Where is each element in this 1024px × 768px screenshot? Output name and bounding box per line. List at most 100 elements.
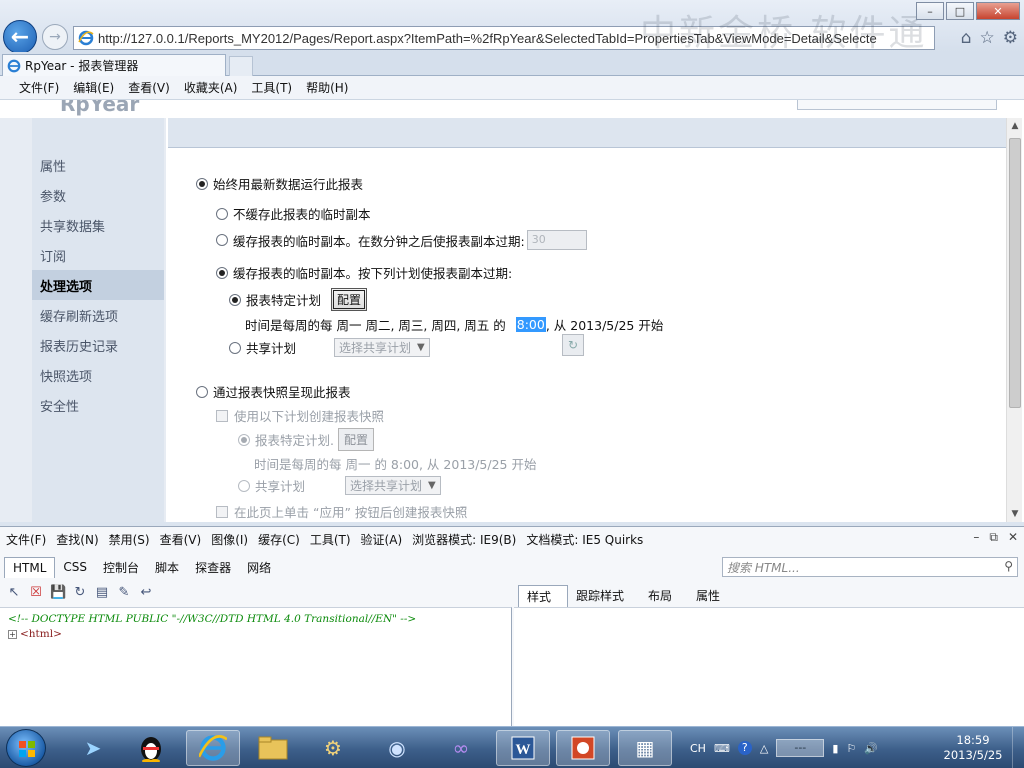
devtools-minimize-icon[interactable]: – — [973, 530, 979, 545]
language-indicator[interactable]: CH — [690, 742, 706, 755]
ime-icon[interactable]: ⌨ — [714, 742, 730, 755]
file-explorer-icon[interactable] — [246, 730, 300, 766]
network-tool-icon[interactable]: ⚙ — [306, 730, 360, 766]
power-icon[interactable]: ▮ — [832, 742, 838, 755]
snapshot-shared-select[interactable]: 选择共享计划 ▼ — [345, 476, 441, 495]
devtools-undock-icon[interactable]: ⧉ — [989, 530, 998, 545]
side-tab-trace-styles[interactable]: 跟踪样式 — [568, 585, 640, 608]
dev-menu-browser-mode[interactable]: 浏览器模式: IE9(B) — [412, 531, 516, 548]
dev-menu-images[interactable]: 图像(I) — [211, 531, 248, 548]
home-icon[interactable]: ⌂ — [961, 28, 972, 48]
radio-cache-minutes[interactable] — [216, 234, 228, 246]
volume-icon[interactable]: 🔊 — [864, 742, 878, 755]
dom-page-icon[interactable]: ▤ — [94, 585, 110, 600]
configure-button[interactable]: 配置 — [331, 288, 368, 311]
dev-menu-disable[interactable]: 禁用(S) — [109, 531, 150, 548]
menu-help[interactable]: 帮助(H) — [306, 79, 348, 96]
refresh-icon[interactable]: ↻ — [72, 585, 88, 600]
option-snapshot-report-schedule[interactable]: 报表特定计划. 配置 — [238, 428, 374, 451]
powerpoint-icon[interactable] — [556, 730, 610, 766]
address-bar[interactable]: http://127.0.0.1/Reports_MY2012/Pages/Re… — [73, 26, 935, 50]
expand-icon[interactable]: + — [8, 630, 17, 639]
start-button[interactable] — [6, 729, 46, 767]
close-button[interactable]: ✕ — [976, 2, 1020, 20]
dev-tab-html[interactable]: HTML — [4, 556, 56, 578]
system-clock[interactable]: 18:59 2013/5/25 — [938, 733, 1008, 763]
menu-favorites[interactable]: 收藏夹(A) — [184, 79, 238, 96]
radio-snapshot-shared[interactable] — [238, 479, 250, 492]
nav-item-parameters[interactable]: 参数 — [32, 180, 164, 210]
dev-menu-find[interactable]: 查找(N) — [56, 531, 98, 548]
option-snapshot[interactable]: 通过报表快照呈现此报表 — [196, 382, 351, 401]
side-tab-attributes[interactable]: 属性 — [688, 585, 736, 608]
dev-menu-view[interactable]: 查看(V) — [160, 531, 202, 548]
radio-no-cache[interactable] — [216, 207, 228, 220]
minimize-button[interactable]: – — [916, 2, 944, 20]
nav-item-subscriptions[interactable]: 订阅 — [32, 240, 164, 270]
option-snapshot-shared[interactable]: 共享计划 选择共享计划 ▼ — [238, 476, 441, 495]
dev-menu-file[interactable]: 文件(F) — [6, 531, 46, 548]
side-tab-layout[interactable]: 布局 — [640, 585, 688, 608]
checkbox-snapshot-apply[interactable] — [216, 505, 228, 518]
dev-menu-validate[interactable]: 验证(A) — [361, 531, 403, 548]
radio-report-schedule[interactable] — [229, 293, 241, 306]
clear-outline-icon[interactable]: ☒ — [28, 585, 44, 600]
html-node[interactable]: + <html> — [8, 627, 503, 642]
show-desktop-button[interactable] — [1012, 727, 1024, 768]
dev-tab-network[interactable]: 网络 — [239, 556, 279, 579]
side-tab-style[interactable]: 样式 — [518, 585, 569, 608]
option-shared-schedule[interactable]: 共享计划 选择共享计划 ▼ — [229, 338, 430, 357]
word-wrap-icon[interactable]: ↩ — [138, 585, 154, 600]
menu-file[interactable]: 文件(F) — [19, 79, 59, 96]
devtools-close-icon[interactable]: ✕ — [1008, 530, 1018, 545]
option-snapshot-apply[interactable]: 在此页上单击 “应用” 按钮后创建报表快照 — [216, 502, 467, 521]
refresh-schedule-button[interactable]: ↻ — [562, 334, 584, 356]
nav-item-snapshot-options[interactable]: 快照选项 — [32, 360, 164, 390]
dev-menu-tools[interactable]: 工具(T) — [310, 531, 351, 548]
page-search-partial[interactable] — [797, 100, 997, 110]
nav-item-report-history[interactable]: 报表历史记录 — [32, 330, 164, 360]
option-cache-minutes[interactable]: 缓存报表的临时副本。在数分钟之后使报表副本过期: 30 — [216, 230, 587, 250]
shared-schedule-select[interactable]: 选择共享计划 ▼ — [334, 338, 430, 357]
snapshot-configure-button[interactable]: 配置 — [337, 428, 374, 451]
radio-always-latest[interactable] — [196, 177, 208, 190]
forward-button[interactable]: → — [42, 24, 68, 50]
radio-snapshot[interactable] — [196, 385, 208, 398]
scroll-thumb[interactable] — [1009, 138, 1021, 408]
qq-bird-icon[interactable]: ➤ — [66, 730, 120, 766]
scroll-up-icon[interactable]: ▲ — [1007, 118, 1023, 134]
search-icon[interactable]: ⚲ — [1004, 559, 1013, 573]
dev-tab-css[interactable]: CSS — [55, 557, 95, 577]
devtools-search-input[interactable]: 搜索 HTML... ⚲ — [722, 557, 1018, 577]
maximize-button[interactable]: □ — [946, 2, 974, 20]
star-icon[interactable]: ☆ — [980, 28, 995, 48]
internet-explorer-icon[interactable] — [186, 730, 240, 766]
flag-icon[interactable]: ⚐ — [846, 742, 856, 755]
save-icon[interactable]: 💾 — [50, 585, 66, 600]
option-snapshot-create[interactable]: 使用以下计划创建报表快照 — [216, 406, 384, 425]
visual-studio-icon[interactable]: ∞ — [434, 730, 488, 766]
edit-icon[interactable]: ✎ — [116, 585, 132, 600]
tray-arrow-icon[interactable]: △ — [760, 742, 768, 755]
radio-snapshot-report-schedule[interactable] — [238, 433, 250, 446]
nav-item-properties[interactable]: 属性 — [32, 150, 164, 180]
help-icon[interactable]: ? — [737, 741, 752, 755]
option-report-schedule[interactable]: 报表特定计划 配置 — [229, 288, 368, 311]
report-tool-icon[interactable]: ▦ — [618, 730, 672, 766]
tray-input-box[interactable]: --- — [776, 739, 825, 757]
option-always-latest[interactable]: 始终用最新数据运行此报表 — [196, 174, 363, 193]
cache-minutes-input[interactable]: 30 — [526, 230, 587, 250]
dev-tab-script[interactable]: 脚本 — [147, 556, 187, 579]
qq-penguin-icon[interactable] — [124, 730, 178, 766]
nav-item-processing-options[interactable]: 处理选项 — [32, 270, 164, 300]
nav-item-security[interactable]: 安全性 — [32, 390, 164, 420]
scroll-down-icon[interactable]: ▼ — [1007, 506, 1023, 522]
dev-tab-profiler[interactable]: 探查器 — [187, 556, 239, 579]
nav-item-cache-refresh[interactable]: 缓存刷新选项 — [32, 300, 164, 330]
select-element-icon[interactable]: ↖ — [6, 585, 22, 600]
menu-edit[interactable]: 编辑(E) — [73, 79, 114, 96]
radio-cache-schedule[interactable] — [216, 266, 228, 279]
dev-menu-document-mode[interactable]: 文档模式: IE5 Quirks — [526, 531, 643, 548]
menu-tools[interactable]: 工具(T) — [251, 79, 292, 96]
radio-shared-schedule[interactable] — [229, 341, 241, 354]
